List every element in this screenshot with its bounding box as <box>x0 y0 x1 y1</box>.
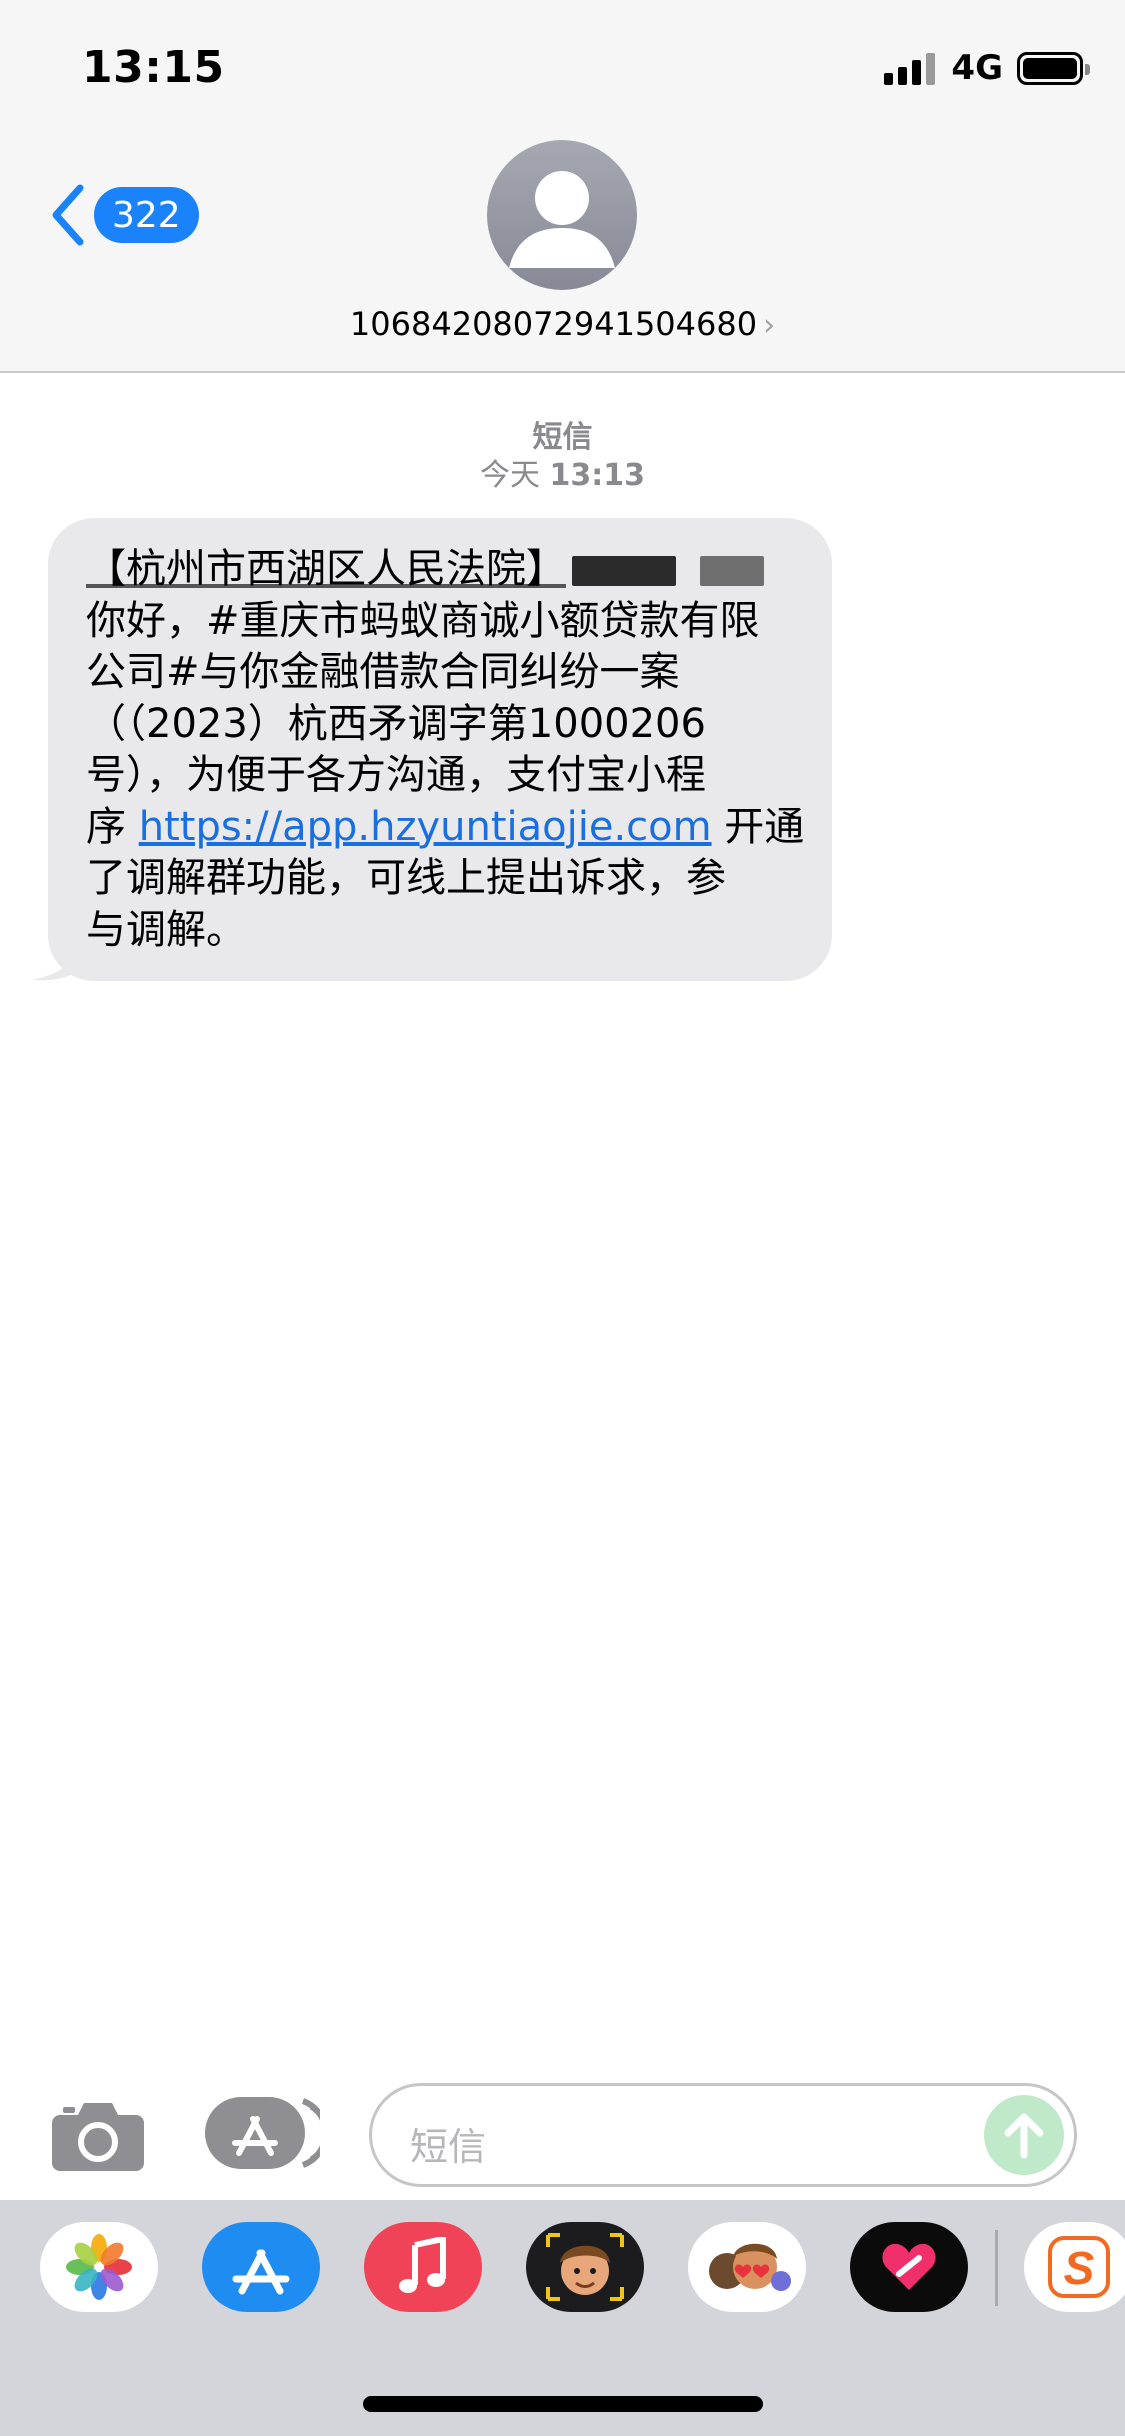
photos-icon <box>66 2234 132 2300</box>
message-text: 开通 <box>711 803 805 850</box>
timestamp-day: 今天 <box>479 458 540 493</box>
battery-icon <box>1017 51 1090 85</box>
app-store-icon[interactable] <box>205 2097 320 2169</box>
network-type: 4G <box>951 48 1003 88</box>
sogou-icon: S <box>1048 2236 1110 2298</box>
app-store-app-icon[interactable] <box>202 2222 320 2312</box>
memoji-stickers-icon <box>709 2243 791 2291</box>
drawer-divider <box>995 2230 998 2306</box>
contact-number: 10684208072941504680 <box>349 305 758 343</box>
unread-count-badge: 322 <box>94 187 199 243</box>
input-placeholder: 短信 <box>410 2125 487 2169</box>
message-line: （（2023）杭西矛调字第1000206 <box>86 700 706 747</box>
contact-name[interactable]: 10684208072941504680 › <box>0 305 1125 343</box>
sender-tag: 【杭州市西湖区人民法院】 <box>86 546 566 592</box>
message-line: 公司#与你金融借款合同纠纷一案 <box>86 649 680 695</box>
status-indicators: 4G <box>884 48 1090 88</box>
message-line: 序 https://app.hzyuntiaojie.com 开通 <box>86 802 804 854</box>
status-time: 13:15 <box>82 42 225 93</box>
message-link[interactable]: https://app.hzyuntiaojie.com <box>139 804 712 850</box>
digital-touch-app-icon[interactable] <box>850 2222 968 2312</box>
chevron-right-icon: › <box>763 308 776 343</box>
timestamp-time: 13:13 <box>549 458 646 493</box>
home-indicator[interactable] <box>363 2396 763 2412</box>
message-line: 号），为便于各方沟通，支付宝小程 <box>86 752 706 798</box>
message-text: 序 <box>86 803 126 850</box>
music-note-icon <box>399 2237 446 2293</box>
message-line: 与调解。 <box>86 906 246 953</box>
send-button[interactable] <box>984 2095 1064 2175</box>
memoji-stickers-app-icon[interactable] <box>688 2222 806 2312</box>
svg-text:S: S <box>1064 2242 1095 2294</box>
heart-icon <box>882 2243 936 2290</box>
back-button[interactable]: 322 <box>48 182 199 248</box>
person-icon <box>509 171 615 268</box>
cellular-signal-icon <box>884 51 936 85</box>
navigation-header: 13:15 4G 322 10684208072941504680 › <box>0 0 1125 373</box>
message-bubble[interactable]: 【杭州市西湖区人民法院】 你好，#重庆市蚂蚁商诚小额贷款有限 公司#与你金融借款… <box>48 518 832 981</box>
redacted-block <box>700 556 764 586</box>
message-timestamp: 今天 13:13 <box>0 450 1125 494</box>
photos-app-icon[interactable] <box>40 2222 158 2312</box>
memoji-app-icon[interactable] <box>526 2222 644 2312</box>
redacted-block <box>572 556 676 586</box>
app-store-logo-icon <box>232 2249 290 2295</box>
message-input[interactable]: 短信 <box>369 2083 1077 2187</box>
memoji-icon <box>546 2233 624 2301</box>
message-line: 你好，#重庆市蚂蚁商诚小额贷款有限 <box>86 597 760 644</box>
chevron-left-icon <box>52 184 84 246</box>
contact-avatar[interactable] <box>487 140 637 290</box>
sogou-app-icon[interactable]: S <box>1024 2222 1125 2312</box>
message-line: 了调解群功能，可线上提出诉求，参 <box>86 855 726 901</box>
music-app-icon[interactable] <box>364 2222 482 2312</box>
message-line: 【杭州市西湖区人民法院】 <box>86 544 796 596</box>
camera-icon[interactable] <box>50 2097 146 2173</box>
arrow-up-icon <box>1004 2113 1044 2159</box>
